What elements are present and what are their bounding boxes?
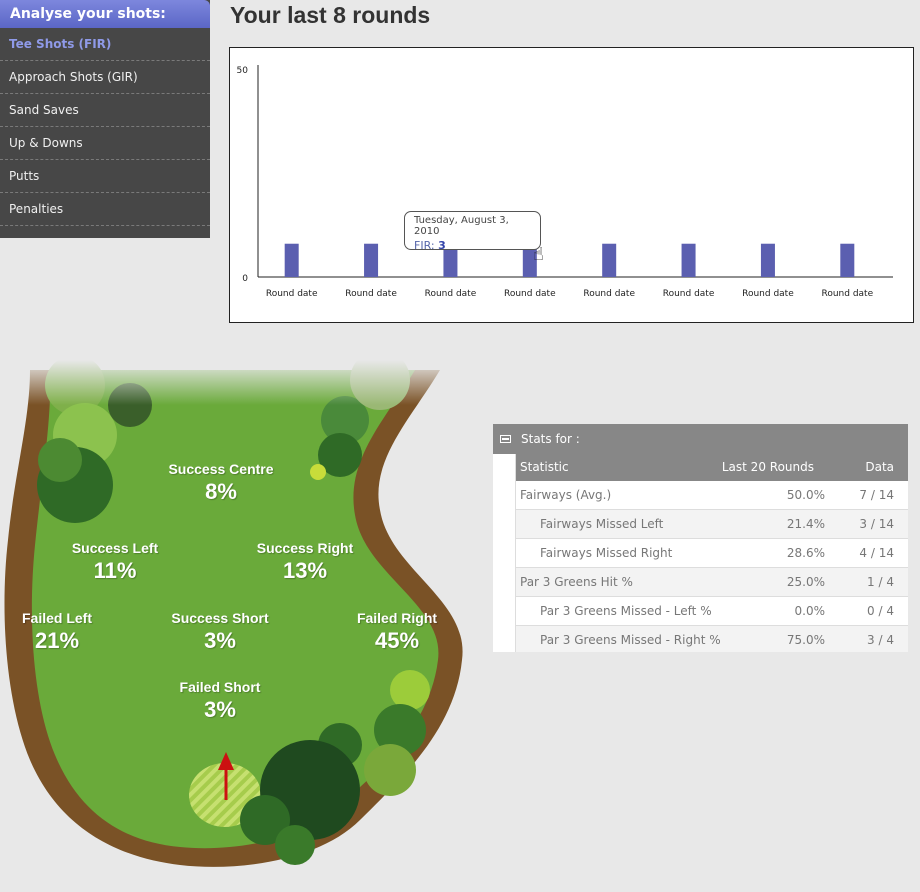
table-row: Par 3 Greens Hit % 25.0% 1 / 4 — [515, 568, 908, 597]
y-tick-label: 0 — [242, 274, 248, 284]
stats-panel: Stats for : Statistic Last 20 Rounds Dat… — [493, 424, 908, 652]
zone-label: Failed Left — [21, 610, 92, 626]
stat-name: Par 3 Greens Hit % — [520, 575, 633, 589]
table-row: Par 3 Greens Missed - Right % 75.0% 3 / 4 — [515, 626, 908, 652]
col-data[interactable]: Data — [865, 454, 894, 481]
zone-failed-left: Failed Left 21% — [12, 610, 102, 654]
zone-value: 8% — [205, 479, 237, 504]
zone-success-short: Success Short 3% — [162, 610, 278, 654]
stat-name: Par 3 Greens Missed - Left % — [540, 604, 712, 618]
table-row: Fairways (Avg.) 50.0% 7 / 14 — [515, 481, 908, 510]
stat-name: Fairways Missed Left — [540, 517, 664, 531]
sidebar-item-tee-shots[interactable]: Tee Shots (FIR) — [0, 28, 210, 61]
sidebar-item-up-downs[interactable]: Up & Downs — [0, 127, 210, 160]
stat-percent: 0.0% — [794, 604, 826, 618]
tooltip-value: 3 — [438, 239, 446, 252]
x-tick-label: Round date — [583, 289, 635, 299]
sidebar-item-approach-shots[interactable]: Approach Shots (GIR) — [0, 61, 210, 94]
stats-rows: Fairways (Avg.) 50.0% 7 / 14 Fairways Misse… — [493, 481, 908, 652]
zone-success-right: Success Right 13% — [250, 540, 360, 584]
zone-label: Failed Short — [179, 679, 261, 695]
zone-failed-right: Failed Right 45% — [348, 610, 446, 654]
zone-value: 45% — [374, 628, 420, 653]
zone-value: 3% — [204, 697, 236, 722]
x-tick-label: Round date — [345, 289, 397, 299]
zone-label: Success Centre — [168, 461, 274, 477]
stat-name: Fairways (Avg.) — [520, 488, 612, 502]
zone-failed-short: Failed Short 3% — [170, 679, 270, 723]
hand-pointer-icon: ☝ — [533, 244, 544, 265]
bar[interactable] — [840, 243, 855, 277]
chart-canvas: 50 0 Round date Round date Round date Round d… — [237, 65, 893, 299]
table-row: Par 3 Greens Missed - Left % 0.0% 0 / 4 — [515, 597, 908, 626]
x-tick-label: Round date — [742, 289, 794, 299]
tooltip-date: Tuesday, August 3, 2010 — [414, 215, 509, 237]
sidebar-item-putts[interactable]: Putts — [0, 160, 210, 193]
zone-label: Failed Right — [356, 610, 438, 626]
col-last20[interactable]: Last 20 Rounds — [722, 454, 814, 481]
sidebar: Analyse your shots: Tee Shots (FIR) Appr… — [0, 0, 210, 238]
collapse-icon[interactable] — [500, 435, 511, 443]
sidebar-item-sand-saves[interactable]: Sand Saves — [0, 94, 210, 127]
stat-data: 4 / 14 — [859, 546, 894, 560]
zone-value: 21% — [34, 628, 80, 653]
stat-name: Par 3 Greens Missed - Right % — [540, 633, 721, 647]
bar[interactable] — [760, 243, 775, 277]
stat-data: 1 / 4 — [867, 575, 894, 589]
y-tick-label: 50 — [237, 66, 249, 76]
stat-percent: 50.0% — [786, 488, 825, 502]
stat-percent: 28.6% — [786, 546, 825, 560]
zone-value: 13% — [282, 558, 328, 583]
stat-data: 0 / 4 — [867, 604, 894, 618]
stat-data: 3 / 4 — [867, 633, 894, 647]
zone-label: Success Left — [71, 540, 159, 556]
stat-data: 7 / 14 — [859, 488, 894, 502]
bar[interactable] — [681, 243, 696, 277]
x-tick-label: Round date — [663, 289, 715, 299]
zone-success-left: Success Left 11% — [60, 540, 170, 584]
x-tick-label: Round date — [266, 289, 318, 299]
top-fade — [0, 360, 470, 405]
stat-percent: 75.0% — [786, 633, 825, 647]
bar[interactable] — [284, 243, 299, 277]
x-tick-label: Round date — [821, 289, 873, 299]
table-row: Fairways Missed Right 28.6% 4 / 14 — [515, 539, 908, 568]
tooltip-label: FIR: — [414, 239, 435, 252]
x-tick-label: Round date — [425, 289, 477, 299]
chart-tooltip: Tuesday, August 3, 2010 FIR: 3 — [404, 211, 541, 252]
stat-data: 3 / 14 — [859, 517, 894, 531]
rounds-chart: 50 0 Round date Round date Round date Round d… — [229, 47, 914, 323]
x-tick-label: Round date — [504, 289, 556, 299]
zone-success-centre: Success Centre 8% — [160, 461, 282, 505]
zone-value: 3% — [204, 628, 236, 653]
zone-label: Success Short — [171, 610, 269, 626]
stats-header: Stats for : — [493, 424, 908, 454]
zone-label: Success Right — [256, 540, 354, 556]
zone-value: 11% — [93, 558, 137, 583]
col-statistic[interactable]: Statistic — [520, 454, 569, 481]
bar[interactable] — [364, 243, 379, 277]
sidebar-item-penalties[interactable]: Penalties — [0, 193, 210, 226]
page-title: Your last 8 rounds — [230, 2, 431, 28]
stats-column-headers: Statistic Last 20 Rounds Data — [515, 454, 908, 481]
stat-percent: 21.4% — [786, 517, 825, 531]
table-row: Fairways Missed Left 21.4% 3 / 14 — [515, 510, 908, 539]
bar[interactable] — [602, 243, 617, 277]
stats-header-label: Stats for : — [521, 432, 580, 446]
sidebar-header: Analyse your shots: — [0, 0, 210, 28]
stat-name: Fairways Missed Right — [540, 546, 673, 560]
stat-percent: 25.0% — [786, 575, 825, 589]
hole-diagram: Success Centre 8% Success Left 11% Succe… — [0, 350, 470, 880]
